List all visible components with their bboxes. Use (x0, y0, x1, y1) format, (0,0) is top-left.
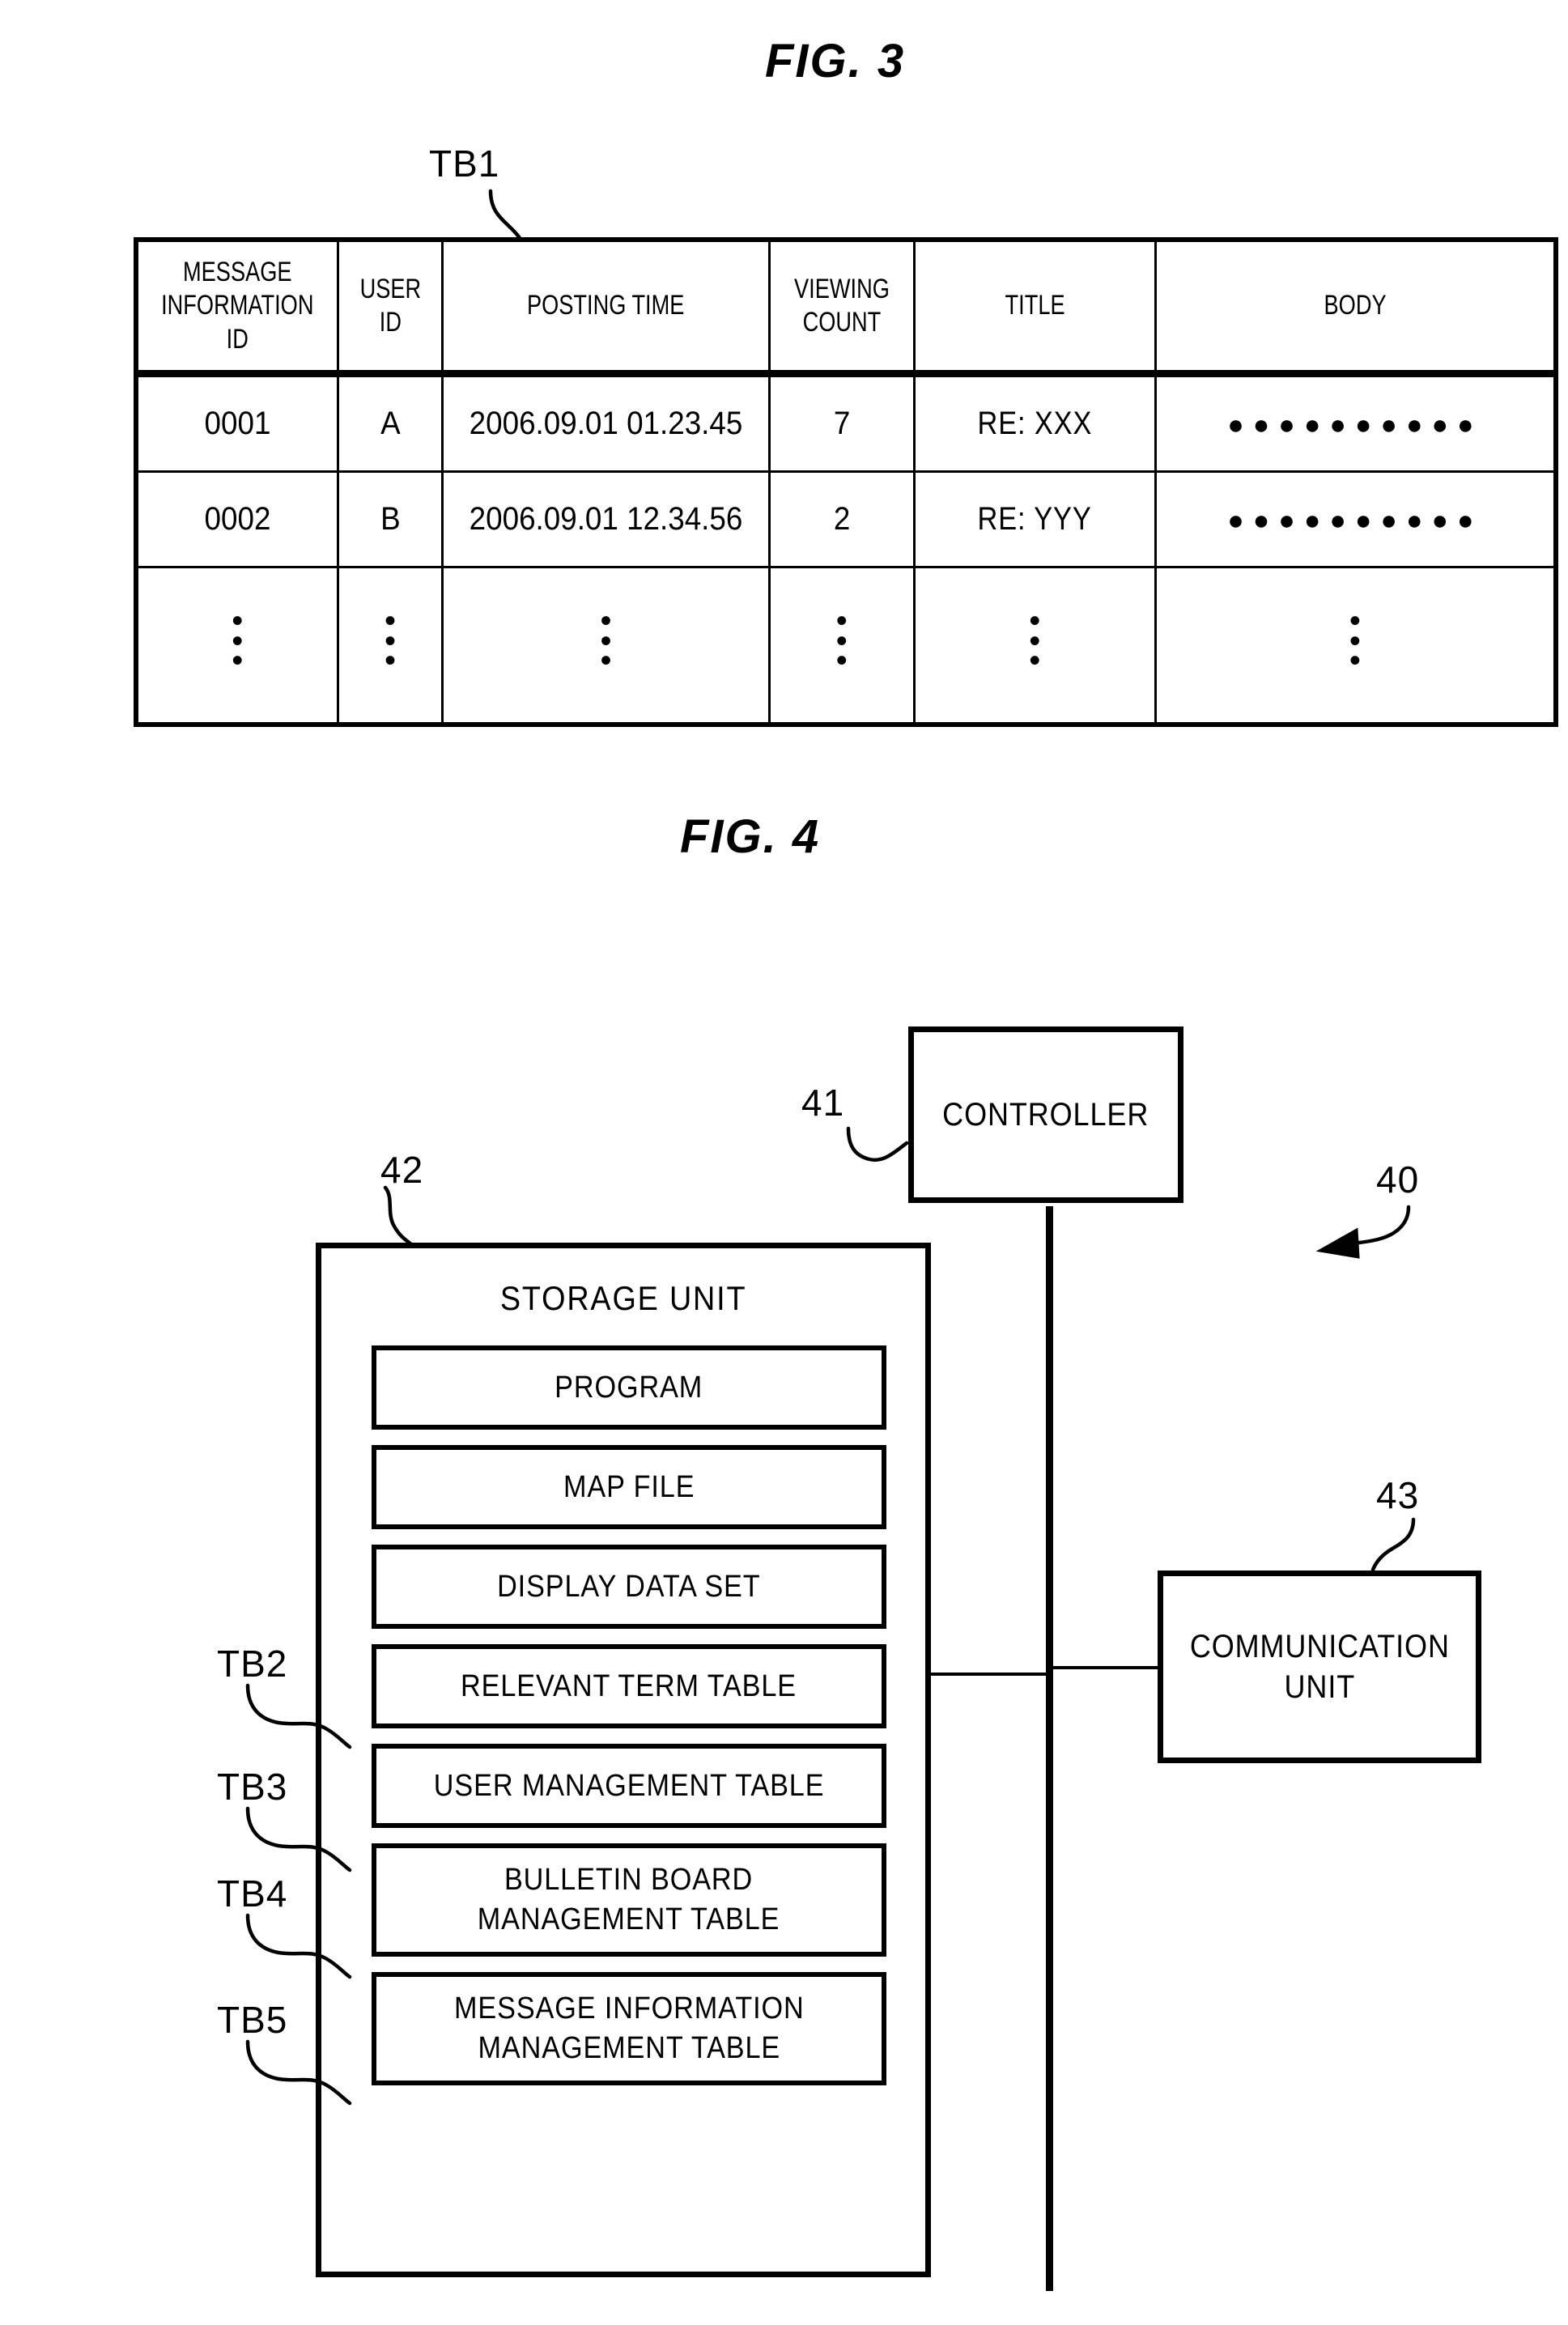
storage-unit-ref-label: 42 (380, 1149, 424, 1191)
tb1-ref-label: TB1 (429, 142, 500, 185)
bus-to-communication-unit-link (1050, 1666, 1158, 1669)
table-row-continuation: • • • • • • • • • • • • • • • • • • (134, 566, 1557, 726)
tb3-ref-label: TB3 (217, 1766, 288, 1808)
tb2-leader-line (245, 1683, 352, 1749)
fig3-title: FIG. 3 (765, 35, 906, 87)
tb3-leader-line (245, 1806, 352, 1872)
cell-ellipsis-body: • • • (1154, 566, 1557, 726)
system-ref-arrow (1315, 1205, 1411, 1259)
cell-user-id: B (336, 470, 444, 568)
controller-leader-line (846, 1126, 909, 1162)
table-row: 0002 B 2006.09.01 12.34.56 2 RE: YYY ●●●… (134, 470, 1557, 568)
tb5-leader-line (245, 2039, 352, 2106)
cell-ellipsis-title: • • • (912, 566, 1157, 726)
storage-item-map-file[interactable]: MAP FILE (372, 1445, 886, 1529)
column-header-posting-time: POSTING TIME (441, 238, 771, 377)
cell-ellipsis-user-id: • • • (336, 566, 444, 726)
column-header-title: TITLE (912, 238, 1157, 377)
cell-viewing-count: 2 (767, 470, 916, 568)
storage-item-program[interactable]: PROGRAM (372, 1345, 886, 1430)
cell-body: ●●●●●●●●●● (1154, 470, 1557, 568)
column-header-viewing-count: VIEWING COUNT (767, 238, 916, 377)
storage-unit-box[interactable]: STORAGE UNIT PROGRAM MAP FILE DISPLAY DA… (316, 1243, 931, 2277)
controller-box[interactable]: CONTROLLER (908, 1026, 1183, 1203)
bus-to-storage-unit-link (927, 1673, 1048, 1676)
cell-message-information-id: 0001 (134, 372, 339, 473)
cell-posting-time: 2006.09.01 12.34.56 (441, 470, 771, 568)
storage-item-message-information-management-table[interactable]: MESSAGE INFORMATION MANAGEMENT TABLE (372, 1972, 886, 2085)
communication-unit-box[interactable]: COMMUNICATION UNIT (1158, 1571, 1481, 1763)
storage-unit-title: STORAGE UNIT (499, 1279, 747, 1317)
cell-body: ●●●●●●●●●● (1154, 372, 1557, 473)
tb5-ref-label: TB5 (217, 1999, 288, 2041)
column-header-user-id: USER ID (336, 238, 444, 377)
cell-ellipsis-viewing-count: • • • (767, 566, 916, 726)
message-information-management-table: MESSAGE INFORMATION ID USER ID POSTING T… (134, 237, 1558, 727)
storage-unit-leader-line (383, 1185, 414, 1247)
communication-unit-ref-label: 43 (1376, 1474, 1420, 1516)
storage-item-display-data-set[interactable]: DISPLAY DATA SET (372, 1545, 886, 1629)
fig4-title: FIG. 4 (680, 810, 821, 863)
controller-ref-label: 41 (801, 1082, 845, 1124)
cell-user-id: A (336, 372, 444, 473)
column-header-message-information-id: MESSAGE INFORMATION ID (134, 238, 339, 377)
communication-unit-leader-line (1370, 1517, 1416, 1572)
system-bus-line (1046, 1206, 1053, 2291)
table-header-row: MESSAGE INFORMATION ID USER ID POSTING T… (134, 238, 1557, 377)
cell-title: RE: YYY (912, 470, 1157, 568)
cell-ellipsis-posting-time: • • • (441, 566, 771, 726)
cell-viewing-count: 7 (767, 372, 916, 473)
cell-message-information-id: 0002 (134, 470, 339, 568)
storage-item-bulletin-board-management-table[interactable]: BULLETIN BOARD MANAGEMENT TABLE (372, 1843, 886, 1957)
tb4-ref-label: TB4 (217, 1872, 288, 1915)
table-row: 0001 A 2006.09.01 01.23.45 7 RE: XXX ●●●… (134, 372, 1557, 473)
cell-posting-time: 2006.09.01 01.23.45 (441, 372, 771, 473)
communication-unit-label: COMMUNICATION UNIT (1189, 1629, 1450, 1705)
cell-title: RE: XXX (912, 372, 1157, 473)
storage-item-user-management-table[interactable]: USER MANAGEMENT TABLE (372, 1744, 886, 1828)
system-ref-label: 40 (1376, 1158, 1420, 1201)
cell-ellipsis-message-information-id: • • • (134, 566, 339, 726)
tb2-ref-label: TB2 (217, 1643, 288, 1685)
storage-item-relevant-term-table[interactable]: RELEVANT TERM TABLE (372, 1644, 886, 1728)
column-header-body: BODY (1154, 238, 1557, 377)
controller-label: CONTROLLER (942, 1097, 1149, 1133)
tb4-leader-line (245, 1913, 352, 1979)
